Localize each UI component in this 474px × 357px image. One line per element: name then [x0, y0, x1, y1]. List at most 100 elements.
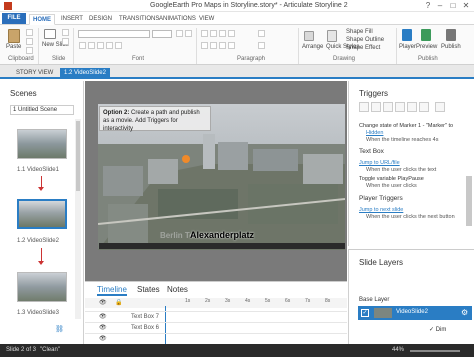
player-icon[interactable]	[402, 29, 412, 41]
callout-box[interactable]: Option 2: Create a path and publish as a…	[99, 106, 211, 132]
minimize-button[interactable]: –	[434, 0, 446, 11]
tab-view[interactable]: VIEW	[196, 14, 217, 25]
trigger-item[interactable]: Toggle variable PlayPause	[359, 176, 424, 182]
tab-insert[interactable]: INSERT	[58, 14, 86, 25]
shape-fill-button[interactable]: Shape Fill	[346, 29, 373, 35]
bullets-icon[interactable]	[201, 30, 208, 37]
publish-icon[interactable]	[446, 29, 456, 41]
quick-styles-button[interactable]: Quick Styles	[326, 44, 359, 50]
outdent-icon[interactable]	[228, 30, 235, 37]
triggers-scrollbar[interactable]	[466, 176, 472, 226]
new-slide-icon[interactable]	[44, 29, 56, 39]
tab-notes[interactable]: Notes	[167, 285, 188, 294]
font-color-icon[interactable]	[115, 42, 122, 49]
publish-group-label: Publish	[418, 56, 438, 62]
strikethrough-icon[interactable]	[106, 42, 113, 49]
row-label: Text Box 6	[131, 325, 160, 331]
align-text-icon[interactable]	[258, 42, 265, 49]
tab-story-view[interactable]: STORY VIEW	[12, 68, 57, 79]
copy-icon[interactable]	[26, 38, 33, 45]
slide-thumbnail-1[interactable]	[17, 129, 67, 159]
shape-effect-button[interactable]: Shape Effect	[346, 45, 380, 51]
text-direction-icon[interactable]	[258, 30, 265, 37]
scene-dropdown[interactable]: 1 Untitled Scene	[10, 105, 74, 115]
delete-trigger-icon[interactable]	[435, 102, 445, 112]
arrange-icon[interactable]	[304, 31, 314, 41]
paste-icon[interactable]	[8, 29, 20, 43]
lock-icon[interactable]: 🔒	[115, 299, 122, 306]
visibility-icon[interactable]: 👁	[99, 334, 107, 344]
checkbox-icon[interactable]: ✓	[361, 309, 369, 317]
gear-icon[interactable]: ⚙	[461, 308, 468, 317]
player-button[interactable]: Player	[399, 44, 416, 50]
duplicate-icon[interactable]	[62, 38, 69, 45]
scenes-scrollbar[interactable]	[75, 119, 81, 319]
preview-icon[interactable]	[421, 29, 431, 41]
timeline-ruler[interactable]: 👁 🔒 1s 2s 3s 4s 5s 6s 7s 8s	[85, 298, 347, 308]
tab-home[interactable]: HOME	[29, 14, 55, 25]
arrange-button[interactable]: Arrange	[302, 44, 323, 50]
tab-design[interactable]: DESIGN	[86, 14, 115, 25]
visibility-icon[interactable]: 👁	[99, 323, 107, 333]
publish-button[interactable]: Publish	[441, 44, 461, 50]
numbering-icon[interactable]	[210, 30, 217, 37]
tab-animations[interactable]: ANIMATIONS	[156, 14, 199, 25]
cut-icon[interactable]	[26, 29, 33, 36]
grow-font-icon[interactable]	[176, 30, 183, 37]
timeline-row[interactable]: 👁	[85, 333, 347, 344]
font-family-select[interactable]	[78, 30, 150, 38]
title-bar: GoogleEarth Pro Maps in Storyline.story*…	[0, 0, 474, 12]
visibility-icon[interactable]: 👁	[99, 312, 107, 322]
preview-button[interactable]: Preview	[416, 44, 437, 50]
justify-icon[interactable]	[228, 42, 235, 49]
maximize-button[interactable]: □	[447, 0, 459, 11]
base-layer-label: Base Layer	[359, 297, 390, 303]
video-seekbar[interactable]	[99, 243, 345, 249]
indent-icon[interactable]	[219, 30, 226, 37]
paste-button[interactable]: Paste	[6, 44, 21, 50]
eye-icon[interactable]: 👁	[99, 299, 107, 306]
dim-toggle[interactable]: ✓ Dim	[429, 326, 446, 333]
tab-timeline[interactable]: Timeline	[97, 285, 127, 296]
trigger-link[interactable]: Hidden	[366, 130, 383, 136]
help-button[interactable]: ?	[422, 0, 434, 11]
paste-trigger-icon[interactable]	[395, 102, 405, 112]
caption-text[interactable]: Alexanderplatz	[190, 230, 254, 240]
tab-file[interactable]: FILE	[2, 13, 26, 24]
scenes-title: Scenes	[10, 89, 37, 98]
shrink-font-icon[interactable]	[185, 30, 192, 37]
base-layer-row[interactable]: ✓ VideoSlide2 ⚙	[358, 306, 472, 320]
font-size-select[interactable]	[152, 30, 172, 38]
timeline-row[interactable]: 👁 Text Box 7	[85, 311, 347, 322]
arrow-down-icon	[38, 187, 44, 191]
italic-icon[interactable]	[88, 42, 95, 49]
new-slide-button[interactable]: New Slide	[42, 42, 69, 48]
trigger-link[interactable]: Jump to URL/file	[359, 160, 400, 166]
trigger-item[interactable]: Change state of Marker 1 - "Marker" to	[359, 123, 453, 129]
quick-styles-icon[interactable]	[327, 30, 337, 42]
trigger-link[interactable]: Jump to next slide	[359, 207, 403, 213]
underline-icon[interactable]	[97, 42, 104, 49]
layout-icon[interactable]	[62, 29, 69, 36]
document-tabs: STORY VIEW 1.2 VideoSlide2	[0, 65, 474, 79]
align-center-icon[interactable]	[210, 42, 217, 49]
move-up-icon[interactable]	[407, 102, 417, 112]
clipboard-group-label: Clipboard	[8, 56, 34, 62]
zoom-slider[interactable]	[410, 350, 460, 352]
edit-trigger-icon[interactable]	[371, 102, 381, 112]
tab-videoslide2[interactable]: 1.2 VideoSlide2	[60, 68, 110, 79]
align-right-icon[interactable]	[219, 42, 226, 49]
move-down-icon[interactable]	[419, 102, 429, 112]
slide-group-label: Slide	[52, 56, 66, 62]
tab-states[interactable]: States	[137, 285, 160, 294]
copy-trigger-icon[interactable]	[383, 102, 393, 112]
close-button[interactable]: ✕	[460, 0, 472, 11]
new-trigger-icon[interactable]	[359, 102, 369, 112]
align-left-icon[interactable]	[201, 42, 208, 49]
shape-outline-button[interactable]: Shape Outline	[346, 37, 384, 43]
format-painter-icon[interactable]	[26, 47, 33, 54]
slide-thumbnail-2[interactable]	[17, 199, 67, 229]
bold-icon[interactable]	[79, 42, 86, 49]
timeline-row[interactable]: 👁 Text Box 6	[85, 322, 347, 333]
slide-thumbnail-3[interactable]	[17, 272, 67, 302]
